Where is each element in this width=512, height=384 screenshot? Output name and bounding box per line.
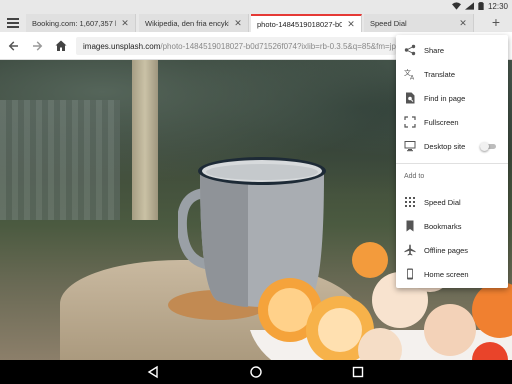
menu-item-label: Translate <box>424 69 455 79</box>
menu-item-label: Offline pages <box>424 245 469 255</box>
tab-title: Wikipedia, den fria encyklop <box>145 18 229 28</box>
url-path: /photo-1484519018027-b0d71526f074?ixlib=… <box>160 41 396 51</box>
recents-nav-icon[interactable] <box>351 365 365 379</box>
airplane-icon <box>404 244 416 256</box>
fullscreen-icon <box>404 116 416 128</box>
menu-item-home-screen[interactable]: Home screen <box>396 262 508 286</box>
menu-item-speed-dial[interactable]: Speed Dial <box>396 190 508 214</box>
close-icon[interactable]: ✕ <box>347 19 355 30</box>
wifi-icon <box>451 2 461 10</box>
tab-title: photo-1484519018027-b0d <box>257 19 342 29</box>
menu-item-label: Find in page <box>424 93 466 103</box>
forward-icon[interactable] <box>29 38 45 54</box>
menu-divider <box>396 163 508 164</box>
speed-dial-icon <box>405 197 415 207</box>
tab-switcher-menu-button[interactable] <box>6 16 20 28</box>
tab-booking[interactable]: Booking.com: 1,607,357 hot ✕ <box>26 14 136 32</box>
tab-wikipedia[interactable]: Wikipedia, den fria encyklop ✕ <box>139 14 249 32</box>
menu-item-label: Share <box>424 45 445 55</box>
menu-item-label: Speed Dial <box>424 197 461 207</box>
menu-item-bookmarks[interactable]: Bookmarks <box>396 214 508 238</box>
home-nav-icon[interactable] <box>249 365 263 379</box>
address-bar[interactable]: images.unsplash.com /photo-1484519018027… <box>76 37 396 55</box>
new-tab-icon[interactable]: + <box>492 15 500 29</box>
menu-item-offline-pages[interactable]: Offline pages <box>396 238 508 262</box>
menu-item-label: Bookmarks <box>424 221 462 231</box>
system-navigation-bar <box>0 360 512 384</box>
back-icon[interactable] <box>6 38 22 54</box>
tab-photo[interactable]: photo-1484519018027-b0d ✕ <box>251 14 362 32</box>
add-to-heading: Add to <box>404 173 425 180</box>
status-time: 12:30 <box>487 1 508 11</box>
close-icon[interactable]: ✕ <box>459 18 467 29</box>
tab-speed-dial[interactable]: Speed Dial ✕ <box>364 14 474 32</box>
signal-icon <box>464 2 474 10</box>
back-nav-icon[interactable] <box>146 365 160 379</box>
menu-item-label: Desktop site <box>424 141 466 151</box>
share-icon <box>404 44 416 56</box>
bookmark-icon <box>406 220 414 232</box>
menu-item-fullscreen[interactable]: Fullscreen <box>396 110 508 134</box>
tab-title: Booking.com: 1,607,357 hot <box>32 18 116 28</box>
status-bar: 12:30 <box>0 0 512 12</box>
close-icon[interactable]: ✕ <box>121 18 129 29</box>
overflow-menu: Share 文A Translate Find in page Fullscre… <box>396 35 508 288</box>
menu-item-share[interactable]: Share <box>396 38 508 62</box>
translate-icon: 文A <box>404 68 415 81</box>
menu-item-find-in-page[interactable]: Find in page <box>396 86 508 110</box>
desktop-site-toggle[interactable] <box>480 142 496 151</box>
tab-title: Speed Dial <box>370 18 407 28</box>
close-icon[interactable]: ✕ <box>234 18 242 29</box>
tab-strip: Booking.com: 1,607,357 hot ✕ Wikipedia, … <box>0 12 512 32</box>
desktop-icon <box>404 141 416 152</box>
status-icons: 12:30 <box>451 0 508 12</box>
phone-icon <box>407 268 413 280</box>
menu-item-desktop-site[interactable]: Desktop site <box>396 134 508 158</box>
home-icon[interactable] <box>53 38 69 54</box>
battery-icon <box>478 2 484 10</box>
svg-text:A: A <box>410 75 415 81</box>
menu-item-label: Fullscreen <box>424 117 459 127</box>
menu-item-label: Home screen <box>424 269 469 279</box>
find-in-page-icon <box>406 92 415 104</box>
menu-item-translate[interactable]: 文A Translate <box>396 62 508 86</box>
url-host: images.unsplash.com <box>83 41 161 51</box>
